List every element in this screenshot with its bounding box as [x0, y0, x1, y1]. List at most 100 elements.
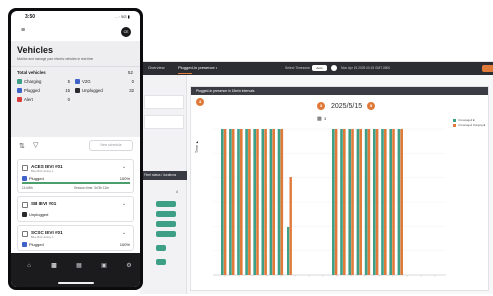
screenshot-stage: Overview Plugged-in presence • Select Ti…	[0, 0, 493, 296]
calendar-icon[interactable]	[331, 65, 337, 71]
stat-unplugged[interactable]: Unplugged	[75, 88, 103, 93]
alert-icon	[17, 97, 22, 102]
settings-icon[interactable]: ⚙	[124, 261, 134, 271]
hamburger-menu-icon[interactable]: ≡	[21, 27, 25, 34]
date-range[interactable]: Mon Apr 15 2025 00:15 GMT-0500	[341, 66, 390, 70]
bus-icon[interactable]: ▩	[49, 261, 59, 271]
stat-plugged[interactable]: Plugged	[17, 88, 40, 93]
bar-unmanaged-charging	[351, 129, 354, 275]
presence-bar-chart	[213, 128, 446, 277]
home-icon[interactable]: ⌂	[24, 261, 34, 271]
vehicle-status-label: Plugged	[29, 176, 44, 181]
export-button[interactable]	[482, 65, 493, 72]
left-count: 4	[176, 190, 178, 194]
left-panel: Fleet status / durations 4	[140, 75, 187, 294]
unplugged-icon	[75, 88, 80, 93]
home-indicator	[58, 282, 94, 284]
soc-percent: 100%	[119, 242, 130, 247]
left-panel-title: Fleet status / durations	[140, 171, 187, 180]
page-title: Vehicles	[17, 45, 54, 55]
stat-alert[interactable]: Alert	[17, 97, 33, 102]
chart-panel: Plugged-in presence in 15min intervals 4…	[190, 86, 489, 291]
desktop-window: Overview Plugged-in presence • Select Ti…	[140, 61, 493, 294]
stat-charging[interactable]: Charging	[17, 79, 41, 84]
charger-icon[interactable]: ▣	[99, 261, 109, 271]
plugged-icon	[17, 88, 22, 93]
stat-label: Charging	[24, 79, 42, 84]
filter-field[interactable]	[144, 115, 184, 129]
chevron-down-icon[interactable]: ⌄	[122, 230, 126, 236]
total-vehicles-value: 52	[128, 70, 133, 75]
divider	[11, 66, 140, 67]
soc-percent: 100%	[119, 176, 130, 181]
vehicle-model: Blue Bird Jouley 1	[31, 169, 54, 173]
phone-frame: 3:50 …∙ 5G ▮ ≡ CE Vehicles Monitor and m…	[8, 8, 143, 290]
vehicle-checkbox[interactable]	[22, 165, 28, 171]
bar-unmanaged	[356, 129, 360, 275]
vehicle-card[interactable]: SCSC IEVI #01 Blue Bird Jouley 1 ⌄ Plugg…	[17, 225, 134, 251]
bar-unmanaged-charging	[384, 129, 387, 275]
bar-unmanaged	[332, 129, 335, 275]
bar-unmanaged	[221, 129, 224, 275]
active-tab-underline	[178, 73, 192, 74]
status-pill[interactable]	[156, 231, 176, 237]
vehicle-checkbox[interactable]	[22, 231, 28, 237]
status-pill[interactable]	[156, 211, 176, 217]
vehicle-card[interactable]: ACES IEVI #01 Blue Bird Jouley 1 ⌄ Plugg…	[17, 159, 134, 193]
stat-v2g[interactable]: V2G	[75, 79, 91, 84]
bar-unmanaged	[229, 129, 232, 275]
new-schedule-button[interactable]: New schedule	[89, 140, 133, 151]
status-pill[interactable]	[156, 221, 176, 227]
stat-label: Plugged	[24, 88, 40, 93]
bar-unmanaged-charging	[343, 129, 346, 275]
signal-battery-icon: …∙ 5G ▮	[115, 14, 130, 19]
plugged-icon	[22, 176, 27, 181]
tab-plugged-presence[interactable]: Plugged-in presence •	[178, 65, 217, 70]
bar-unmanaged	[340, 129, 343, 275]
vehicle-card[interactable]: SB IEVI #01 ⌄ Unplugged	[17, 196, 134, 222]
desktop-toolbar: Overview Plugged-in presence • Select Ti…	[140, 62, 493, 75]
v2g-icon	[75, 79, 80, 84]
bar-unmanaged-charging	[289, 177, 292, 275]
bar-unmanaged-charging	[359, 129, 362, 275]
vehicle-status: Plugged	[22, 176, 44, 181]
stat-value: 0	[131, 79, 134, 84]
bar-unmanaged	[261, 129, 265, 275]
vehicle-checkbox[interactable]	[22, 202, 28, 208]
bar-unmanaged-charging	[256, 129, 259, 275]
status-pill[interactable]	[156, 201, 176, 207]
page-subtitle: Monitor and manage your electric vehicle…	[17, 57, 94, 61]
stat-value: 0	[67, 97, 70, 102]
bar-unmanaged-charging	[240, 129, 243, 275]
status-pill[interactable]	[156, 259, 166, 265]
vehicles-summary: Vehicles Monitor and manage your electri…	[11, 41, 140, 137]
plugged-icon	[22, 242, 27, 247]
bar-unmanaged-charging	[264, 129, 267, 275]
vehicle-model: Blue Bird Jouley 1	[31, 235, 54, 239]
bar-unmanaged	[364, 129, 368, 275]
bar-unmanaged	[287, 227, 290, 275]
sort-icon[interactable]: ⇅	[19, 142, 25, 150]
bar-unmanaged-charging	[400, 129, 403, 275]
bar-unmanaged	[381, 129, 384, 275]
filter-icon[interactable]: ▽	[33, 141, 38, 149]
bar-unmanaged-charging	[392, 129, 395, 275]
bar-unmanaged-charging	[280, 129, 284, 275]
chevron-down-icon[interactable]: ⌄	[122, 201, 126, 207]
bottom-nav: ⌂ ▩ ▦ ▣ ⚙	[11, 253, 140, 287]
soc-bar	[22, 182, 130, 184]
chevron-down-icon[interactable]: ⌄	[122, 164, 126, 170]
bar-unmanaged	[373, 129, 376, 275]
timezone-select[interactable]: Auto	[312, 65, 327, 71]
avatar[interactable]: CE	[121, 27, 131, 37]
tab-overview[interactable]: Overview	[148, 65, 165, 70]
schedule-icon[interactable]: ▦	[74, 261, 84, 271]
filter-field[interactable]	[144, 95, 184, 109]
bar-unmanaged	[277, 129, 281, 275]
status-pill[interactable]	[156, 245, 166, 251]
app-bar: ≡ CE	[11, 25, 140, 39]
bar-unmanaged-charging	[367, 129, 371, 275]
charging-icon	[17, 79, 22, 84]
vehicle-status-label: Unplugged	[29, 212, 49, 217]
stat-label: V2G	[82, 79, 91, 84]
